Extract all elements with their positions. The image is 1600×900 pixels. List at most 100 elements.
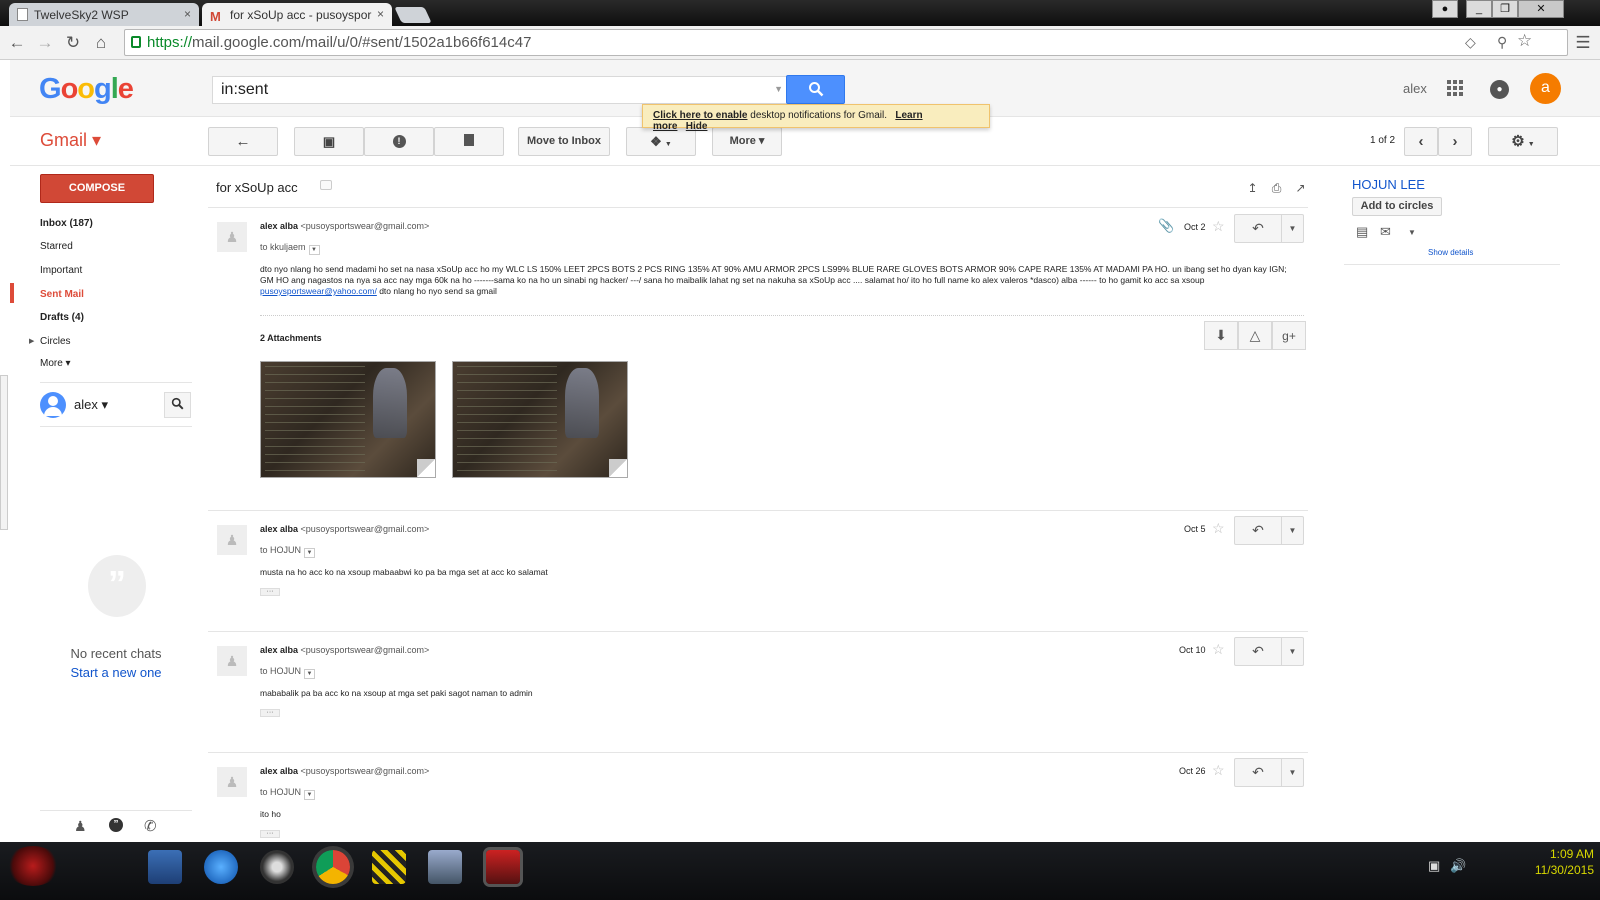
chat-search-button[interactable]: [164, 392, 191, 418]
delete-button[interactable]: [434, 127, 504, 156]
menu-icon[interactable]: ☰: [1572, 32, 1594, 54]
star-icon[interactable]: ☆: [1212, 218, 1225, 235]
star-icon[interactable]: ☆: [1212, 520, 1225, 537]
message-sender[interactable]: alex alba <pusoysportswear@gmail.com>: [260, 766, 429, 776]
notifications-bell-icon[interactable]: ●: [1490, 80, 1509, 99]
archive-button[interactable]: ▣: [294, 127, 364, 156]
tab-close-icon[interactable]: ×: [377, 7, 384, 21]
sidebar-item-sent-mail[interactable]: Sent Mail: [40, 289, 84, 300]
media-player-icon[interactable]: [204, 850, 238, 884]
volume-icon[interactable]: 🔊: [1450, 858, 1466, 874]
tab-twelvesky[interactable]: TwelveSky2 WSP ×: [9, 3, 199, 26]
tab-gmail[interactable]: Mfor xSoUp acc - pusoyspor ×: [202, 3, 392, 26]
side-panel-handle[interactable]: [0, 375, 8, 530]
details-dropdown-icon[interactable]: ▼: [304, 790, 316, 800]
sidebar-item-drafts[interactable]: Drafts (4): [40, 312, 84, 323]
show-trimmed-content-button[interactable]: ···: [260, 588, 280, 596]
start-button[interactable]: [6, 846, 60, 886]
enable-notifications-link[interactable]: Click here to enable: [653, 110, 747, 121]
hide-link[interactable]: Hide: [686, 121, 708, 132]
newer-button[interactable]: ‹: [1404, 127, 1438, 156]
chevron-down-icon[interactable]: ▼: [1408, 228, 1416, 237]
translate-icon[interactable]: ◇: [1465, 34, 1476, 51]
message-sender[interactable]: alex alba <pusoysportswear@gmail.com>: [260, 524, 429, 534]
search-input[interactable]: in:sent ▼: [212, 76, 790, 104]
account-name[interactable]: alex: [1403, 81, 1427, 96]
add-to-circles-button[interactable]: Add to circles: [1352, 197, 1442, 216]
message-more-button[interactable]: ▼: [1282, 516, 1304, 545]
computer-monitor-icon[interactable]: [428, 850, 462, 884]
show-trimmed-content-button[interactable]: ···: [260, 709, 280, 717]
apps-grid-icon[interactable]: [1447, 80, 1463, 96]
message-more-button[interactable]: ▼: [1282, 758, 1304, 787]
system-clock[interactable]: 1:09 AM 11/30/2015: [1514, 846, 1594, 878]
game-client-icon[interactable]: [486, 850, 520, 884]
save-to-drive-button[interactable]: △: [1238, 321, 1272, 350]
email-envelope-icon[interactable]: ✉: [1380, 224, 1391, 240]
message-recipient[interactable]: to kkuljaem ▼: [260, 242, 320, 255]
gmail-label-dropdown[interactable]: Gmail ▾: [40, 130, 101, 151]
more-button[interactable]: More ▾: [712, 127, 782, 156]
conversations-icon[interactable]: ▤: [1356, 224, 1368, 240]
sidebar-item-circles[interactable]: Circles: [40, 336, 71, 347]
minimize-button[interactable]: _: [1466, 0, 1492, 18]
file-explorer-icon[interactable]: [148, 850, 182, 884]
maximize-button[interactable]: ❐: [1492, 0, 1518, 18]
report-spam-button[interactable]: !: [364, 127, 434, 156]
sidebar-item-starred[interactable]: Starred: [40, 241, 73, 252]
home-icon[interactable]: ⌂: [90, 32, 112, 54]
show-trimmed-content-button[interactable]: ···: [260, 830, 280, 838]
search-button[interactable]: [786, 75, 845, 104]
sidebar-item-more[interactable]: More ▾: [40, 358, 71, 369]
message-sender[interactable]: alex alba <pusoysportswear@gmail.com>: [260, 645, 429, 655]
compose-button[interactable]: COMPOSE: [40, 174, 154, 203]
key-icon[interactable]: ⚲: [1497, 34, 1507, 51]
show-details-link[interactable]: Show details: [1428, 248, 1473, 257]
phone-icon[interactable]: ✆: [144, 817, 157, 835]
tab-close-icon[interactable]: ×: [184, 7, 191, 21]
forward-icon[interactable]: →: [34, 32, 56, 54]
message-recipient[interactable]: to HOJUN ▼: [260, 666, 316, 679]
warning-app-icon[interactable]: [372, 850, 406, 884]
details-dropdown-icon[interactable]: ▼: [304, 669, 316, 679]
details-dropdown-icon[interactable]: ▼: [308, 245, 320, 255]
print-icon[interactable]: ⎙: [1270, 182, 1283, 195]
reply-button[interactable]: ↶: [1234, 214, 1282, 243]
message-recipient[interactable]: to HOJUN ▼: [260, 545, 316, 558]
back-icon[interactable]: ←: [6, 32, 28, 54]
star-icon[interactable]: ☆: [1212, 641, 1225, 658]
chrome-icon[interactable]: [316, 850, 350, 884]
reply-button[interactable]: ↶: [1234, 758, 1282, 787]
bookmark-star-icon[interactable]: ☆: [1517, 31, 1532, 51]
search-options-icon[interactable]: ▼: [774, 84, 783, 94]
sidebar-item-important[interactable]: Important: [40, 265, 82, 276]
message-sender[interactable]: alex alba <pusoysportswear@gmail.com>: [260, 221, 429, 231]
move-to-inbox-button[interactable]: Move to Inbox: [518, 127, 610, 156]
address-bar[interactable]: https://mail.google.com/mail/u/0/#sent/1…: [124, 29, 1568, 56]
details-dropdown-icon[interactable]: ▼: [304, 548, 316, 558]
google-logo[interactable]: Google: [39, 73, 134, 106]
message-more-button[interactable]: ▼: [1282, 214, 1304, 243]
contact-name[interactable]: HOJUN LEE: [1352, 177, 1425, 192]
network-icon[interactable]: ▣: [1428, 858, 1440, 874]
camera-app-icon[interactable]: [260, 850, 294, 884]
important-marker-icon[interactable]: [320, 180, 332, 190]
contacts-icon[interactable]: ♟: [74, 818, 87, 835]
download-all-button[interactable]: ⬇: [1204, 321, 1238, 350]
email-link[interactable]: pusoysportswear@yahoo.com/: [260, 286, 377, 296]
account-avatar[interactable]: a: [1530, 73, 1561, 104]
attachment-thumbnail[interactable]: [452, 361, 628, 478]
reply-button[interactable]: ↶: [1234, 637, 1282, 666]
close-window-button[interactable]: ✕: [1518, 0, 1564, 18]
user-icon[interactable]: ●: [1432, 0, 1458, 18]
older-button[interactable]: ›: [1438, 127, 1472, 156]
back-to-sent-button[interactable]: ←: [208, 127, 278, 156]
start-new-chat-link[interactable]: Start a new one: [40, 665, 192, 680]
new-window-icon[interactable]: ↗: [1294, 182, 1307, 195]
new-tab-button[interactable]: [394, 7, 432, 23]
settings-button[interactable]: ⚙ ▼: [1488, 127, 1558, 156]
reload-icon[interactable]: ↻: [62, 32, 84, 54]
sidebar-item-inbox[interactable]: Inbox (187): [40, 218, 93, 229]
reply-button[interactable]: ↶: [1234, 516, 1282, 545]
expand-all-icon[interactable]: ↥: [1246, 182, 1259, 195]
